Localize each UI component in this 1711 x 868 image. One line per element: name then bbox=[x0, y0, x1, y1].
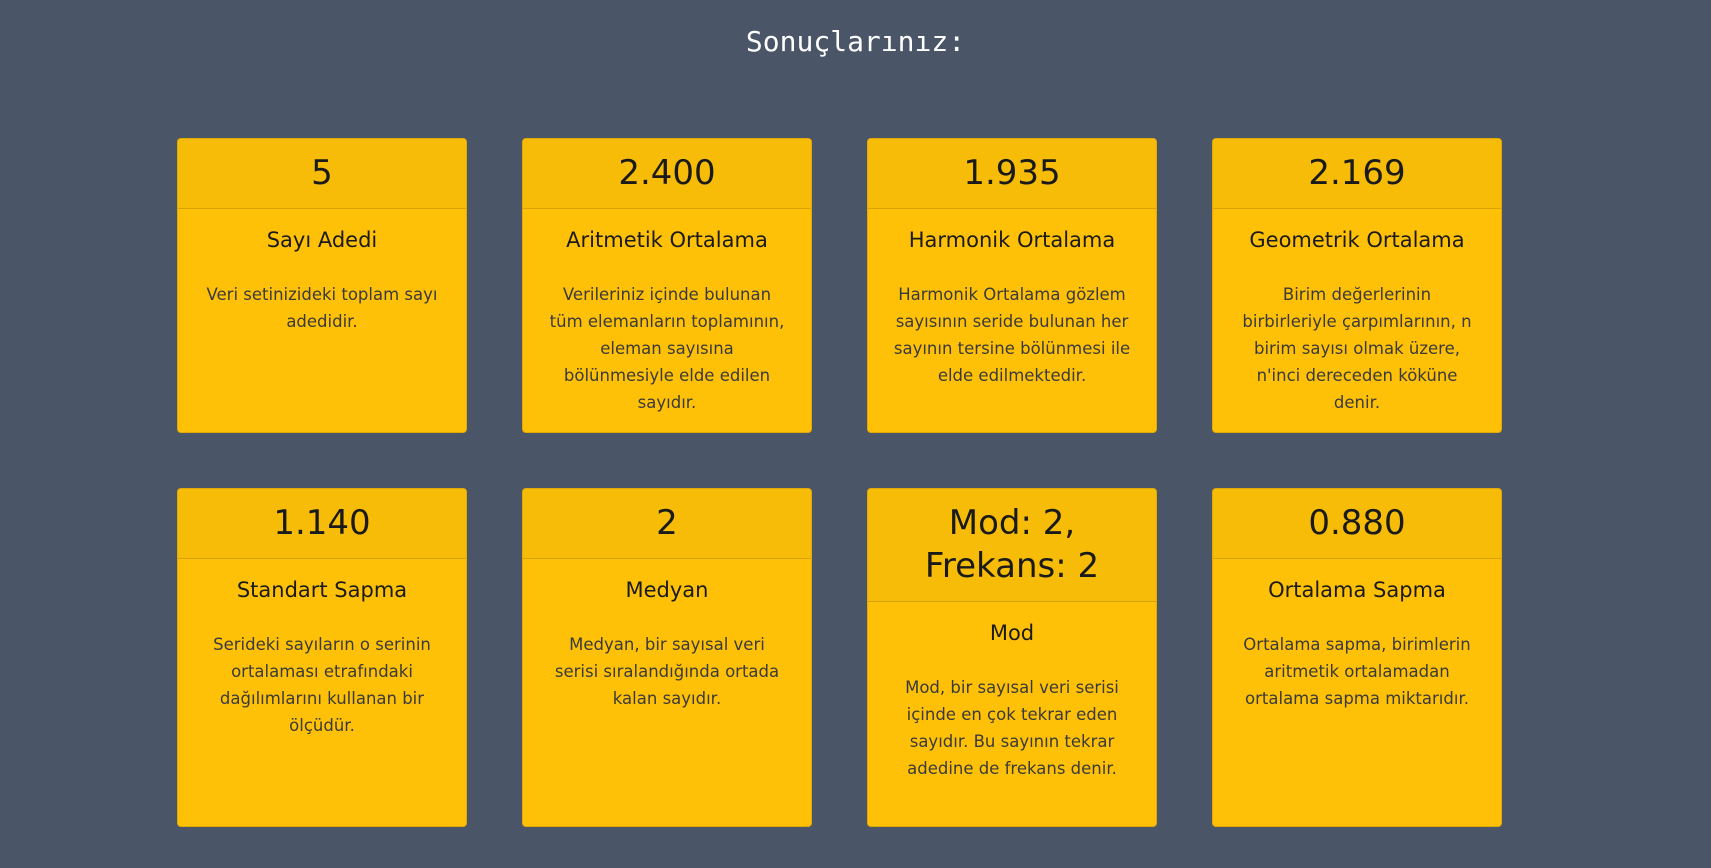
result-title: Geometrik Ortalama bbox=[1249, 228, 1465, 252]
result-title: Mod bbox=[989, 621, 1035, 645]
result-title: Medyan bbox=[625, 578, 709, 602]
result-description: Verileriniz içinde bulunan tüm elemanlar… bbox=[549, 285, 785, 412]
result-title: Standart Sapma bbox=[236, 578, 408, 602]
result-card-standard-deviation: 1.140 Standart Sapma Serideki sayıların … bbox=[177, 488, 467, 827]
card-body: Mod Mod, bir sayısal veri serisi içinde … bbox=[868, 602, 1156, 792]
result-value: 2.400 bbox=[523, 139, 811, 209]
result-title: Aritmetik Ortalama bbox=[566, 228, 768, 252]
result-description: Harmonik Ortalama gözlem sayısının serid… bbox=[893, 285, 1131, 385]
result-card-count: 5 Sayı Adedi Veri setinizideki toplam sa… bbox=[177, 138, 467, 433]
result-title: Sayı Adedi bbox=[266, 228, 378, 252]
result-title: Ortalama Sapma bbox=[1268, 578, 1446, 602]
result-card-harmonic-mean: 1.935 Harmonik Ortalama Harmonik Ortalam… bbox=[867, 138, 1157, 433]
card-body: Harmonik Ortalama Harmonik Ortalama gözl… bbox=[868, 209, 1156, 399]
result-card-mean-deviation: 0.880 Ortalama Sapma Ortalama sapma, bir… bbox=[1212, 488, 1502, 827]
result-title: Harmonik Ortalama bbox=[908, 228, 1116, 252]
result-value: 2 bbox=[523, 489, 811, 559]
result-value: Mod: 2, Frekans: 2 bbox=[868, 489, 1156, 602]
results-grid: 5 Sayı Adedi Veri setinizideki toplam sa… bbox=[177, 138, 1502, 827]
result-description: Birim değerlerinin birbirleriyle çarpıml… bbox=[1242, 285, 1472, 412]
result-description: Medyan, bir sayısal veri serisi sıraland… bbox=[554, 635, 780, 708]
card-body: Medyan Medyan, bir sayısal veri serisi s… bbox=[523, 559, 811, 722]
page-title: Sonuçlarınız: bbox=[745, 25, 966, 58]
result-value: 5 bbox=[178, 139, 466, 209]
result-card-arithmetic-mean: 2.400 Aritmetik Ortalama Verileriniz içi… bbox=[522, 138, 812, 433]
card-body: Aritmetik Ortalama Verileriniz içinde bu… bbox=[523, 209, 811, 426]
card-body: Ortalama Sapma Ortalama sapma, birimleri… bbox=[1213, 559, 1501, 722]
result-value: 0.880 bbox=[1213, 489, 1501, 559]
result-card-mode: Mod: 2, Frekans: 2 Mod Mod, bir sayısal … bbox=[867, 488, 1157, 827]
result-value: 2.169 bbox=[1213, 139, 1501, 209]
card-body: Sayı Adedi Veri setinizideki toplam sayı… bbox=[178, 209, 466, 345]
result-card-geometric-mean: 2.169 Geometrik Ortalama Birim değerleri… bbox=[1212, 138, 1502, 433]
result-description: Serideki sayıların o serinin ortalaması … bbox=[213, 635, 431, 735]
result-value: 1.140 bbox=[178, 489, 466, 559]
result-description: Veri setinizideki toplam sayı adedidir. bbox=[206, 285, 438, 331]
card-body: Standart Sapma Serideki sayıların o seri… bbox=[178, 559, 466, 749]
card-body: Geometrik Ortalama Birim değerlerinin bi… bbox=[1213, 209, 1501, 426]
result-card-median: 2 Medyan Medyan, bir sayısal veri serisi… bbox=[522, 488, 812, 827]
result-value: 1.935 bbox=[868, 139, 1156, 209]
result-description: Ortalama sapma, birimlerin aritmetik ort… bbox=[1243, 635, 1471, 708]
result-description: Mod, bir sayısal veri serisi içinde en ç… bbox=[905, 678, 1119, 778]
